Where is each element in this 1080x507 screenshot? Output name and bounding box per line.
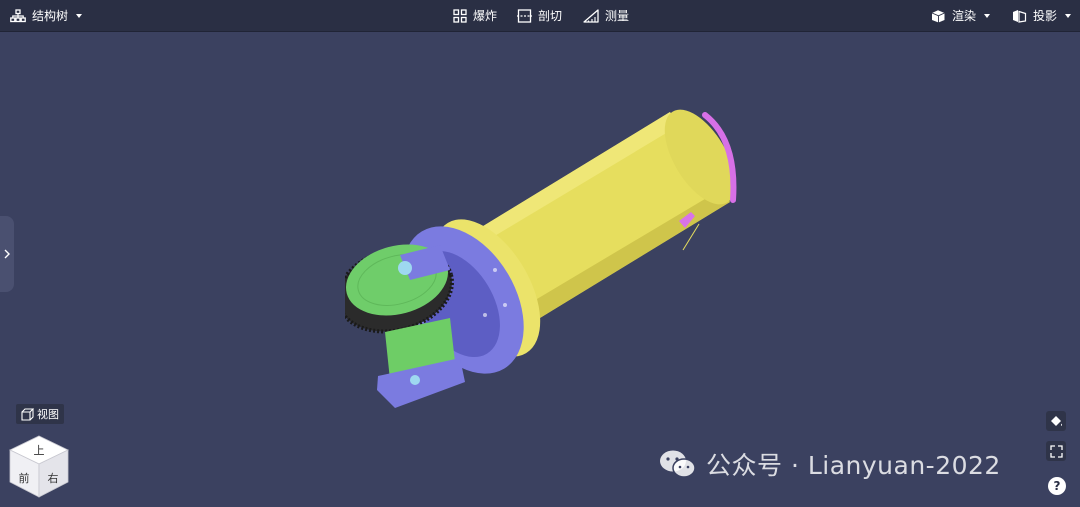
wechat-icon [660, 450, 696, 478]
cube-face-front[interactable]: 前 [19, 471, 30, 485]
fullscreen-button[interactable] [1046, 441, 1066, 461]
chevron-down-icon [76, 13, 83, 18]
projection-button[interactable]: 投影 [1012, 0, 1072, 31]
structure-tree-button[interactable]: 结构树 [10, 0, 83, 31]
help-button[interactable]: ? [1048, 477, 1066, 495]
measure-icon [583, 8, 599, 23]
cube-face-right[interactable]: 右 [48, 471, 59, 485]
render-label: 渲染 [952, 9, 977, 23]
sidebar-expand-tab[interactable] [0, 216, 14, 292]
projection-icon [1013, 9, 1027, 23]
paint-bucket-icon [1051, 416, 1062, 426]
chevron-right-icon [4, 249, 10, 259]
view-cube-icon [21, 407, 34, 421]
view-button[interactable]: 视图 [16, 404, 64, 424]
section-icon [517, 8, 532, 23]
paint-bucket-button[interactable] [1046, 411, 1066, 431]
render-button[interactable]: 渲染 [931, 0, 991, 31]
watermark: 公众号 · Lianyuan-2022 [658, 446, 1001, 482]
cube-face-top[interactable]: 上 [34, 444, 45, 457]
explode-button[interactable]: 爆炸 [453, 0, 497, 31]
navigation-cube[interactable]: 上 前 右 [8, 434, 70, 498]
render-cube-icon [931, 9, 945, 22]
measure-button[interactable]: 测量 [583, 0, 629, 31]
structure-tree-label: 结构树 [32, 9, 69, 23]
projection-label: 投影 [1033, 9, 1058, 23]
structure-tree-icon [10, 8, 26, 22]
chevron-down-icon [1065, 13, 1072, 18]
explode-label: 爆炸 [473, 9, 498, 23]
explode-icon [453, 8, 467, 23]
view-label: 视图 [37, 408, 59, 421]
section-button[interactable]: 剖切 [517, 0, 562, 31]
section-label: 剖切 [538, 9, 563, 23]
model-3d-view[interactable] [345, 100, 745, 420]
measure-label: 测量 [605, 9, 630, 23]
chevron-down-icon [984, 13, 991, 18]
watermark-text: 公众号 · Lianyuan-2022 [706, 451, 1001, 480]
fullscreen-icon [1049, 444, 1063, 458]
top-toolbar: 结构树 爆炸 剖切 测量 渲染 投影 [0, 0, 1080, 32]
